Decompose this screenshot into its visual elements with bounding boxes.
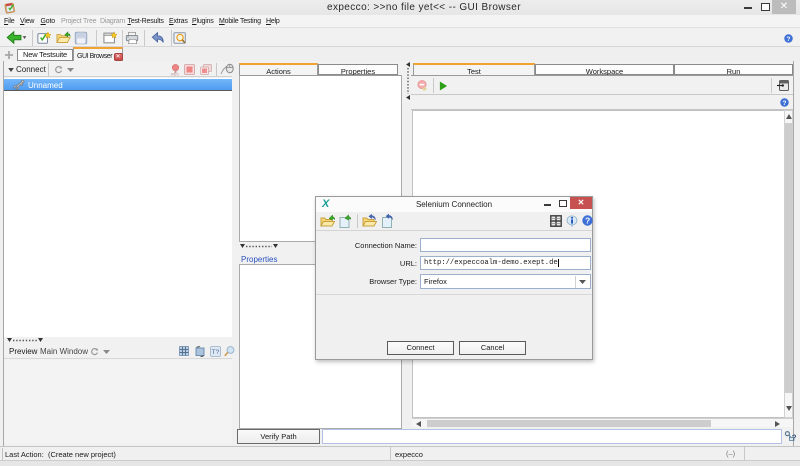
- svg-text:?: ?: [585, 216, 590, 226]
- svg-text:REC: REC: [171, 72, 180, 76]
- svg-text:?: ?: [782, 100, 786, 107]
- svg-text:?: ?: [786, 36, 790, 43]
- svg-text:T?: T?: [212, 349, 220, 356]
- svg-text:?: ?: [792, 433, 796, 442]
